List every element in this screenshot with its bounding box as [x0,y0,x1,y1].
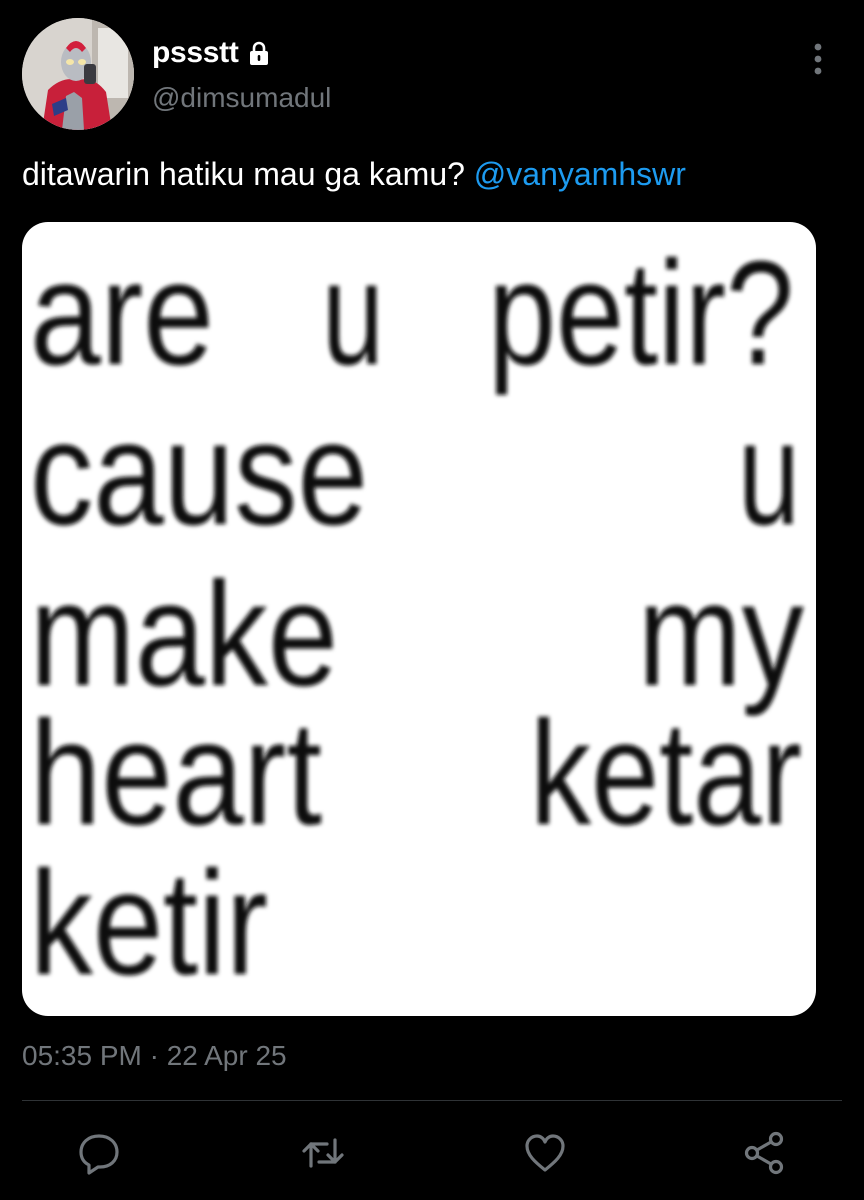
reply-button[interactable] [76,1130,122,1176]
retweet-button[interactable] [300,1130,346,1176]
tweet-body: ditawarin hatiku mau ga kamu? [22,156,474,192]
tweet-timestamp[interactable]: 05:35 PM · 22 Apr 25 [22,1040,287,1072]
media-word: u [322,231,384,396]
media-text-image: are u petir? cause u make my heart ketar… [30,231,804,1006]
media-word: cause [30,391,368,556]
media-word: u [738,391,800,556]
divider [22,1100,842,1101]
lock-icon [247,40,271,66]
more-vertical-icon[interactable] [808,42,828,76]
reply-icon [79,1134,119,1175]
display-name[interactable]: pssstt [152,36,239,70]
tweet-media-image[interactable]: are u petir? cause u make my heart ketar… [22,222,816,1016]
mention-link[interactable]: @vanyamhswr [474,156,686,192]
share-icon [744,1131,784,1175]
media-word: are [30,231,214,396]
avatar[interactable] [22,18,134,130]
author-name-row[interactable]: pssstt [152,36,271,70]
media-word: petir? [488,231,794,396]
heart-icon [525,1134,565,1172]
media-word: ketar [530,691,802,856]
like-button[interactable] [522,1130,568,1176]
author-handle[interactable]: @dimsumadul [152,82,331,114]
media-word: ketir [30,841,268,1006]
retweet-icon [302,1138,344,1168]
share-button[interactable] [742,1130,788,1176]
avatar-image [22,18,134,130]
media-word: heart [30,691,322,856]
tweet-text: ditawarin hatiku mau ga kamu? @vanyamhsw… [22,156,686,193]
